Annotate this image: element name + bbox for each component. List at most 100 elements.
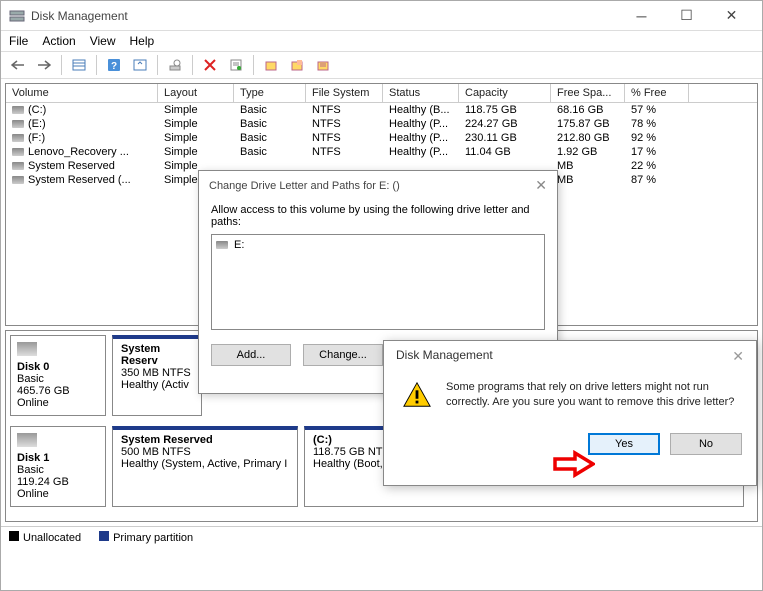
legend-unallocated: Unallocated [9, 531, 81, 544]
menu-file[interactable]: File [9, 34, 28, 48]
legend: Unallocated Primary partition [1, 526, 762, 548]
legend-primary: Primary partition [99, 531, 193, 544]
cell-capacity: 224.27 GB [459, 117, 551, 131]
cell-capacity: 230.11 GB [459, 131, 551, 145]
cell-layout: Simple [158, 131, 234, 145]
drive-icon [12, 134, 24, 142]
drive-icon [12, 120, 24, 128]
disk1-state: Online [17, 488, 99, 500]
disk0-size: 465.76 GB [17, 385, 99, 397]
settings-icon[interactable] [164, 54, 186, 76]
yes-button[interactable]: Yes [588, 433, 660, 455]
partition-size: 350 MB NTFS [121, 367, 193, 379]
cell-fs: NTFS [306, 145, 383, 159]
menu-help[interactable]: Help [130, 34, 155, 48]
partition-name: System Reserv [121, 343, 193, 367]
drive-icon [12, 106, 24, 114]
maximize-button[interactable]: ☐ [664, 2, 709, 30]
col-pctfree[interactable]: % Free [625, 84, 689, 102]
disk0-partition1[interactable]: System Reserv 350 MB NTFS Healthy (Activ [112, 335, 202, 416]
list-item[interactable]: E: [216, 239, 540, 251]
extend-icon[interactable] [312, 54, 334, 76]
disk-icon [17, 342, 37, 356]
svg-text:?: ? [111, 61, 117, 72]
drive-letter: E: [234, 239, 244, 251]
cell-free: 212.80 GB [551, 131, 625, 145]
disk-icon [17, 433, 37, 447]
refresh-icon[interactable] [129, 54, 151, 76]
cell-status: Healthy (P... [383, 145, 459, 159]
forward-icon[interactable] [33, 54, 55, 76]
drive-icon [12, 162, 24, 170]
disk0-label[interactable]: Disk 0 Basic 465.76 GB Online [10, 335, 106, 416]
minimize-button[interactable]: ─ [619, 2, 664, 30]
volume-name: (E:) [28, 118, 46, 130]
change-button[interactable]: Change... [303, 344, 383, 366]
volume-header: Volume Layout Type File System Status Ca… [6, 84, 757, 103]
warning-icon [402, 380, 432, 415]
dialog-titlebar: Disk Management ✕ [384, 341, 756, 372]
table-row[interactable]: (C:)SimpleBasicNTFSHealthy (B...118.75 G… [6, 103, 757, 117]
volume-name: System Reserved (... [28, 174, 131, 186]
format-icon[interactable] [286, 54, 308, 76]
cell-layout: Simple [158, 117, 234, 131]
properties-icon[interactable] [225, 54, 247, 76]
new-volume-icon[interactable] [260, 54, 282, 76]
drive-icon [12, 176, 24, 184]
volume-name: (F:) [28, 132, 45, 144]
table-row[interactable]: Lenovo_Recovery ...SimpleBasicNTFSHealth… [6, 145, 757, 159]
no-button[interactable]: No [670, 433, 742, 455]
menu-view[interactable]: View [90, 34, 116, 48]
disk1-size: 119.24 GB [17, 476, 99, 488]
cell-status: Healthy (B... [383, 103, 459, 117]
table-row[interactable]: (E:)SimpleBasicNTFSHealthy (P...224.27 G… [6, 117, 757, 131]
titlebar: Disk Management ─ ☐ ✕ [1, 1, 762, 31]
col-layout[interactable]: Layout [158, 84, 234, 102]
disk1-name: Disk 1 [17, 452, 99, 464]
volume-name: System Reserved [28, 160, 115, 172]
col-capacity[interactable]: Capacity [459, 84, 551, 102]
dialog-title: Change Drive Letter and Paths for E: () [209, 180, 400, 192]
partition-status: Healthy (System, Active, Primary I [121, 458, 289, 470]
toolbar: ? [1, 51, 762, 79]
disk1-type: Basic [17, 464, 99, 476]
partition-size: 500 MB NTFS [121, 446, 289, 458]
delete-icon[interactable] [199, 54, 221, 76]
table-row[interactable]: (F:)SimpleBasicNTFSHealthy (P...230.11 G… [6, 131, 757, 145]
partition-status: Healthy (Activ [121, 379, 193, 391]
col-freespace[interactable]: Free Spa... [551, 84, 625, 102]
col-volume[interactable]: Volume [6, 84, 158, 102]
cell-capacity: 118.75 GB [459, 103, 551, 117]
close-icon[interactable]: ✕ [535, 177, 547, 194]
disk0-type: Basic [17, 373, 99, 385]
col-status[interactable]: Status [383, 84, 459, 102]
add-button[interactable]: Add... [211, 344, 291, 366]
cell-pct: 17 % [625, 145, 689, 159]
cell-status: Healthy (P... [383, 117, 459, 131]
view-list-icon[interactable] [68, 54, 90, 76]
close-button[interactable]: ✕ [709, 2, 754, 30]
close-icon[interactable]: ✕ [732, 348, 744, 365]
disk0-state: Online [17, 397, 99, 409]
menu-action[interactable]: Action [42, 34, 75, 48]
cell-type: Basic [234, 131, 306, 145]
drive-paths-listbox[interactable]: E: [211, 234, 545, 330]
cell-pct: 78 % [625, 117, 689, 131]
cell-free: MB [551, 173, 625, 187]
disk0-name: Disk 0 [17, 361, 99, 373]
back-icon[interactable] [7, 54, 29, 76]
disk1-label[interactable]: Disk 1 Basic 119.24 GB Online [10, 426, 106, 507]
cell-layout: Simple [158, 145, 234, 159]
cell-fs: NTFS [306, 103, 383, 117]
disk1-partition1[interactable]: System Reserved 500 MB NTFS Healthy (Sys… [112, 426, 298, 507]
help-icon[interactable]: ? [103, 54, 125, 76]
cell-pct: 87 % [625, 173, 689, 187]
col-type[interactable]: Type [234, 84, 306, 102]
drive-icon [216, 241, 228, 249]
cell-free: 68.16 GB [551, 103, 625, 117]
cell-fs: NTFS [306, 131, 383, 145]
cell-pct: 92 % [625, 131, 689, 145]
cell-layout: Simple [158, 103, 234, 117]
col-filesystem[interactable]: File System [306, 84, 383, 102]
cell-pct: 22 % [625, 159, 689, 173]
